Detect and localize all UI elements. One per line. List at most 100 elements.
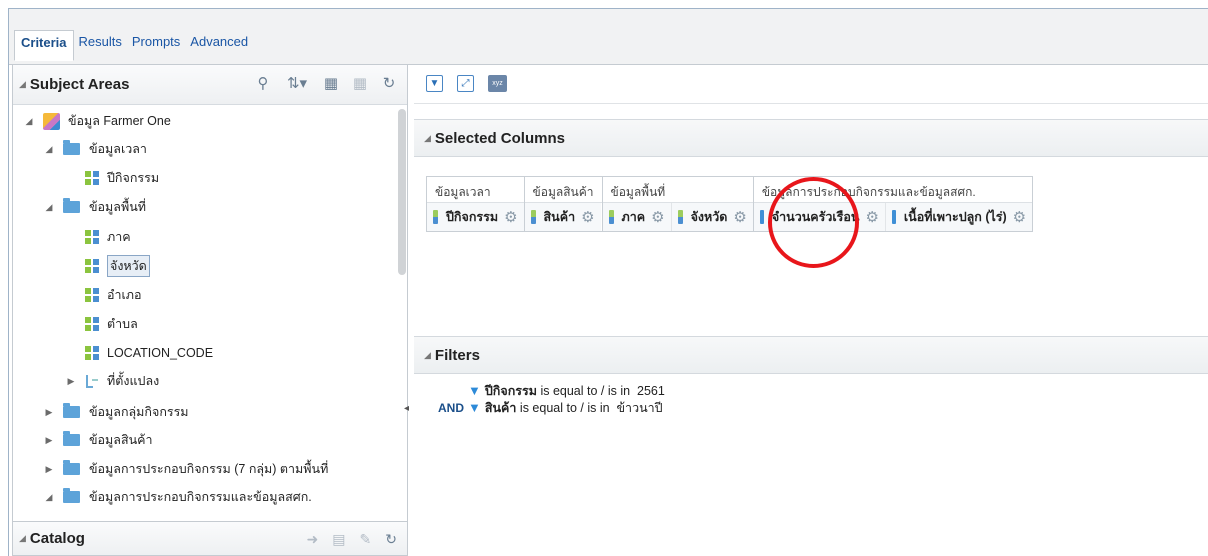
tab-advanced[interactable]: Advanced — [185, 31, 253, 61]
collapsed-triangle-icon[interactable]: ▶ — [43, 464, 55, 475]
tree-item-label: ข้อมูลการประกอบกิจกรรม (7 กลุ่ม) ตามพื้น… — [89, 462, 329, 476]
column-icon — [677, 210, 683, 224]
tree-item-label: ข้อมูลพื้นที่ — [89, 200, 146, 214]
tree-item-column[interactable]: ภาค — [85, 226, 131, 248]
gear-icon[interactable]: ⚙ — [581, 208, 594, 226]
tab-results[interactable]: Results — [74, 31, 127, 61]
xyz-icon[interactable]: xyz — [488, 75, 507, 92]
tree-item-subject-area[interactable]: ◢ ข้อมูล Farmer One — [23, 110, 171, 132]
selected-columns-header[interactable]: ◢ Selected Columns — [414, 119, 1208, 157]
selected-column[interactable]: สินค้า ⚙ — [524, 203, 601, 231]
filter-item[interactable]: AND ▼ สินค้า is equal to / is in ข้าวนาป… — [430, 399, 665, 416]
catalog-header[interactable]: ◢ Catalog ➜ ▤ ✎ ↻ — [13, 521, 407, 555]
tree-item-folder[interactable]: ▶ ข้อมูลสินค้า — [43, 429, 153, 451]
tree-item-folder[interactable]: ◢ ข้อมูลเวลา — [43, 138, 147, 160]
gear-icon[interactable]: ⚙ — [651, 208, 664, 226]
expanded-triangle-icon[interactable]: ◢ — [43, 144, 55, 155]
measure-icon — [891, 210, 896, 224]
criteria-toolbar: ▼ ⤢ xyz — [414, 64, 1208, 104]
subject-areas-title: Subject Areas — [29, 76, 130, 93]
expanded-triangle-icon[interactable]: ◢ — [43, 202, 55, 213]
tree-item-label: อำเภอ — [107, 288, 142, 302]
catalog-title: Catalog — [29, 530, 85, 547]
catalog-toolbar: ➜ ▤ ✎ ↻ — [307, 531, 397, 548]
folder-icon — [63, 140, 80, 155]
filter-icon[interactable]: ▼ — [426, 75, 443, 92]
column-label: ภาค — [621, 210, 646, 224]
tree-item-column[interactable]: อำเภอ — [85, 284, 142, 306]
copy-icon: ▤ — [332, 531, 346, 547]
column-group: ข้อมูลเวลา ปีกิจกรรม ⚙ — [427, 177, 525, 231]
arrow-right-icon: ➜ — [306, 531, 319, 547]
expanded-triangle-icon[interactable]: ◢ — [43, 492, 55, 503]
column-group-label: ข้อมูลสินค้า — [524, 177, 602, 203]
collapse-left-panel-handle[interactable]: ◂ — [404, 400, 412, 418]
tree-scrollbar[interactable] — [398, 109, 406, 275]
gear-icon[interactable]: ⚙ — [504, 208, 517, 226]
filters-title: Filters — [434, 346, 480, 364]
tree-item-label: ข้อมูล Farmer One — [68, 114, 171, 128]
column-label: ปีกิจกรรม — [446, 210, 499, 224]
subject-area-icon — [43, 112, 60, 130]
tree-item-label: ข้อมูลเวลา — [89, 142, 147, 156]
tree-item-label: ข้อมูลสินค้า — [89, 433, 153, 447]
selected-column[interactable]: ปีกิจกรรม ⚙ — [427, 203, 524, 231]
tree-item-folder[interactable]: ◢ ข้อมูลพื้นที่ — [43, 196, 146, 218]
expanded-triangle-icon[interactable]: ◢ — [23, 116, 35, 127]
filter-column: สินค้า — [484, 400, 517, 415]
column-icon — [85, 288, 99, 302]
column-group: ข้อมูลพื้นที่ ภาค ⚙ จังหวัด ⚙ — [602, 177, 754, 231]
subject-area-tree: ◢ ข้อมูล Farmer One ◢ ข้อมูลเวลา ปีกิจกร… — [13, 106, 407, 521]
tab-criteria[interactable]: Criteria — [14, 30, 74, 61]
collapse-triangle-icon[interactable]: ◢ — [424, 133, 431, 144]
selected-columns-area: ข้อมูลเวลา ปีกิจกรรม ⚙ ข้อมูลสินค้า สินค… — [426, 176, 1034, 232]
search-icon[interactable]: ⚲ — [255, 75, 271, 92]
sort-icon[interactable]: ⇅▾ — [284, 75, 310, 92]
tree-item-column-selected[interactable]: จังหวัด — [85, 255, 150, 277]
tree-item-column[interactable]: ตำบล — [85, 313, 138, 335]
selected-column[interactable]: เนื้อที่เพาะปลูก (ไร่) ⚙ — [885, 203, 1033, 231]
selected-column[interactable]: จังหวัด ⚙ — [671, 203, 753, 231]
collapse-triangle-icon[interactable]: ◢ — [19, 79, 26, 90]
criteria-workspace: ▼ ⤢ xyz ◢ Selected Columns ข้อมูลเวลา ปี… — [414, 64, 1208, 556]
collapsed-triangle-icon[interactable]: ▶ — [65, 376, 77, 387]
refresh-icon[interactable]: ↻ — [381, 75, 397, 92]
tree-item-folder[interactable]: ▶ ข้อมูลกลุ่มกิจกรรม — [43, 401, 189, 423]
collapsed-triangle-icon[interactable]: ▶ — [43, 407, 55, 418]
selected-column[interactable]: ภาค ⚙ — [602, 203, 672, 231]
tree-item-column[interactable]: LOCATION_CODE — [85, 342, 213, 364]
column-icon — [530, 210, 536, 224]
tree-item-label: ที่ตั้งแปลง — [107, 374, 160, 388]
gear-icon[interactable]: ⚙ — [865, 208, 878, 226]
folder-icon — [63, 460, 80, 475]
add-icon[interactable]: ▦ — [323, 75, 339, 92]
collapse-triangle-icon[interactable]: ◢ — [424, 350, 431, 361]
column-icon — [85, 317, 99, 331]
filter-item[interactable]: ▼ ปีกิจกรรม is equal to / is in 2561 — [430, 382, 665, 399]
gear-icon[interactable]: ⚙ — [1013, 208, 1026, 226]
tree-item-column[interactable]: ปีกิจกรรม — [85, 167, 159, 189]
filters-header[interactable]: ◢ Filters — [414, 336, 1208, 374]
column-icon — [85, 230, 99, 244]
column-icon — [85, 346, 99, 360]
refresh-icon[interactable]: ↻ — [385, 531, 397, 548]
collapse-triangle-icon[interactable]: ◢ — [19, 533, 26, 544]
column-label: จังหวัด — [690, 210, 728, 224]
filters-list: ▼ ปีกิจกรรม is equal to / is in 2561 AND… — [430, 382, 665, 416]
tree-item-folder[interactable]: ▶ ข้อมูลการประกอบกิจกรรม (7 กลุ่ม) ตามพื… — [43, 458, 328, 480]
tab-bar: Criteria Results Prompts Advanced — [9, 9, 1208, 65]
gear-icon[interactable]: ⚙ — [733, 208, 746, 226]
filter-connector[interactable]: AND — [430, 401, 464, 415]
folder-icon — [63, 488, 80, 503]
column-icon — [608, 210, 614, 224]
filter-operator: is equal to / is in — [540, 383, 631, 398]
column-icon — [85, 259, 99, 273]
tree-item-label: จังหวัด — [107, 255, 150, 277]
subject-areas-toolbar: ⚲ ⇅▾ ▦ ▦ ↻ — [255, 75, 397, 92]
collapsed-triangle-icon[interactable]: ▶ — [43, 435, 55, 446]
tree-item-label: ตำบล — [107, 317, 138, 331]
column-properties-icon[interactable]: ⤢ — [457, 75, 474, 92]
tab-prompts[interactable]: Prompts — [127, 31, 185, 61]
tree-item-hierarchy[interactable]: ▶ ที่ตั้งแปลง — [65, 370, 159, 392]
tree-item-folder[interactable]: ◢ ข้อมูลการประกอบกิจกรรมและข้อมูลสศก. — [43, 486, 312, 508]
